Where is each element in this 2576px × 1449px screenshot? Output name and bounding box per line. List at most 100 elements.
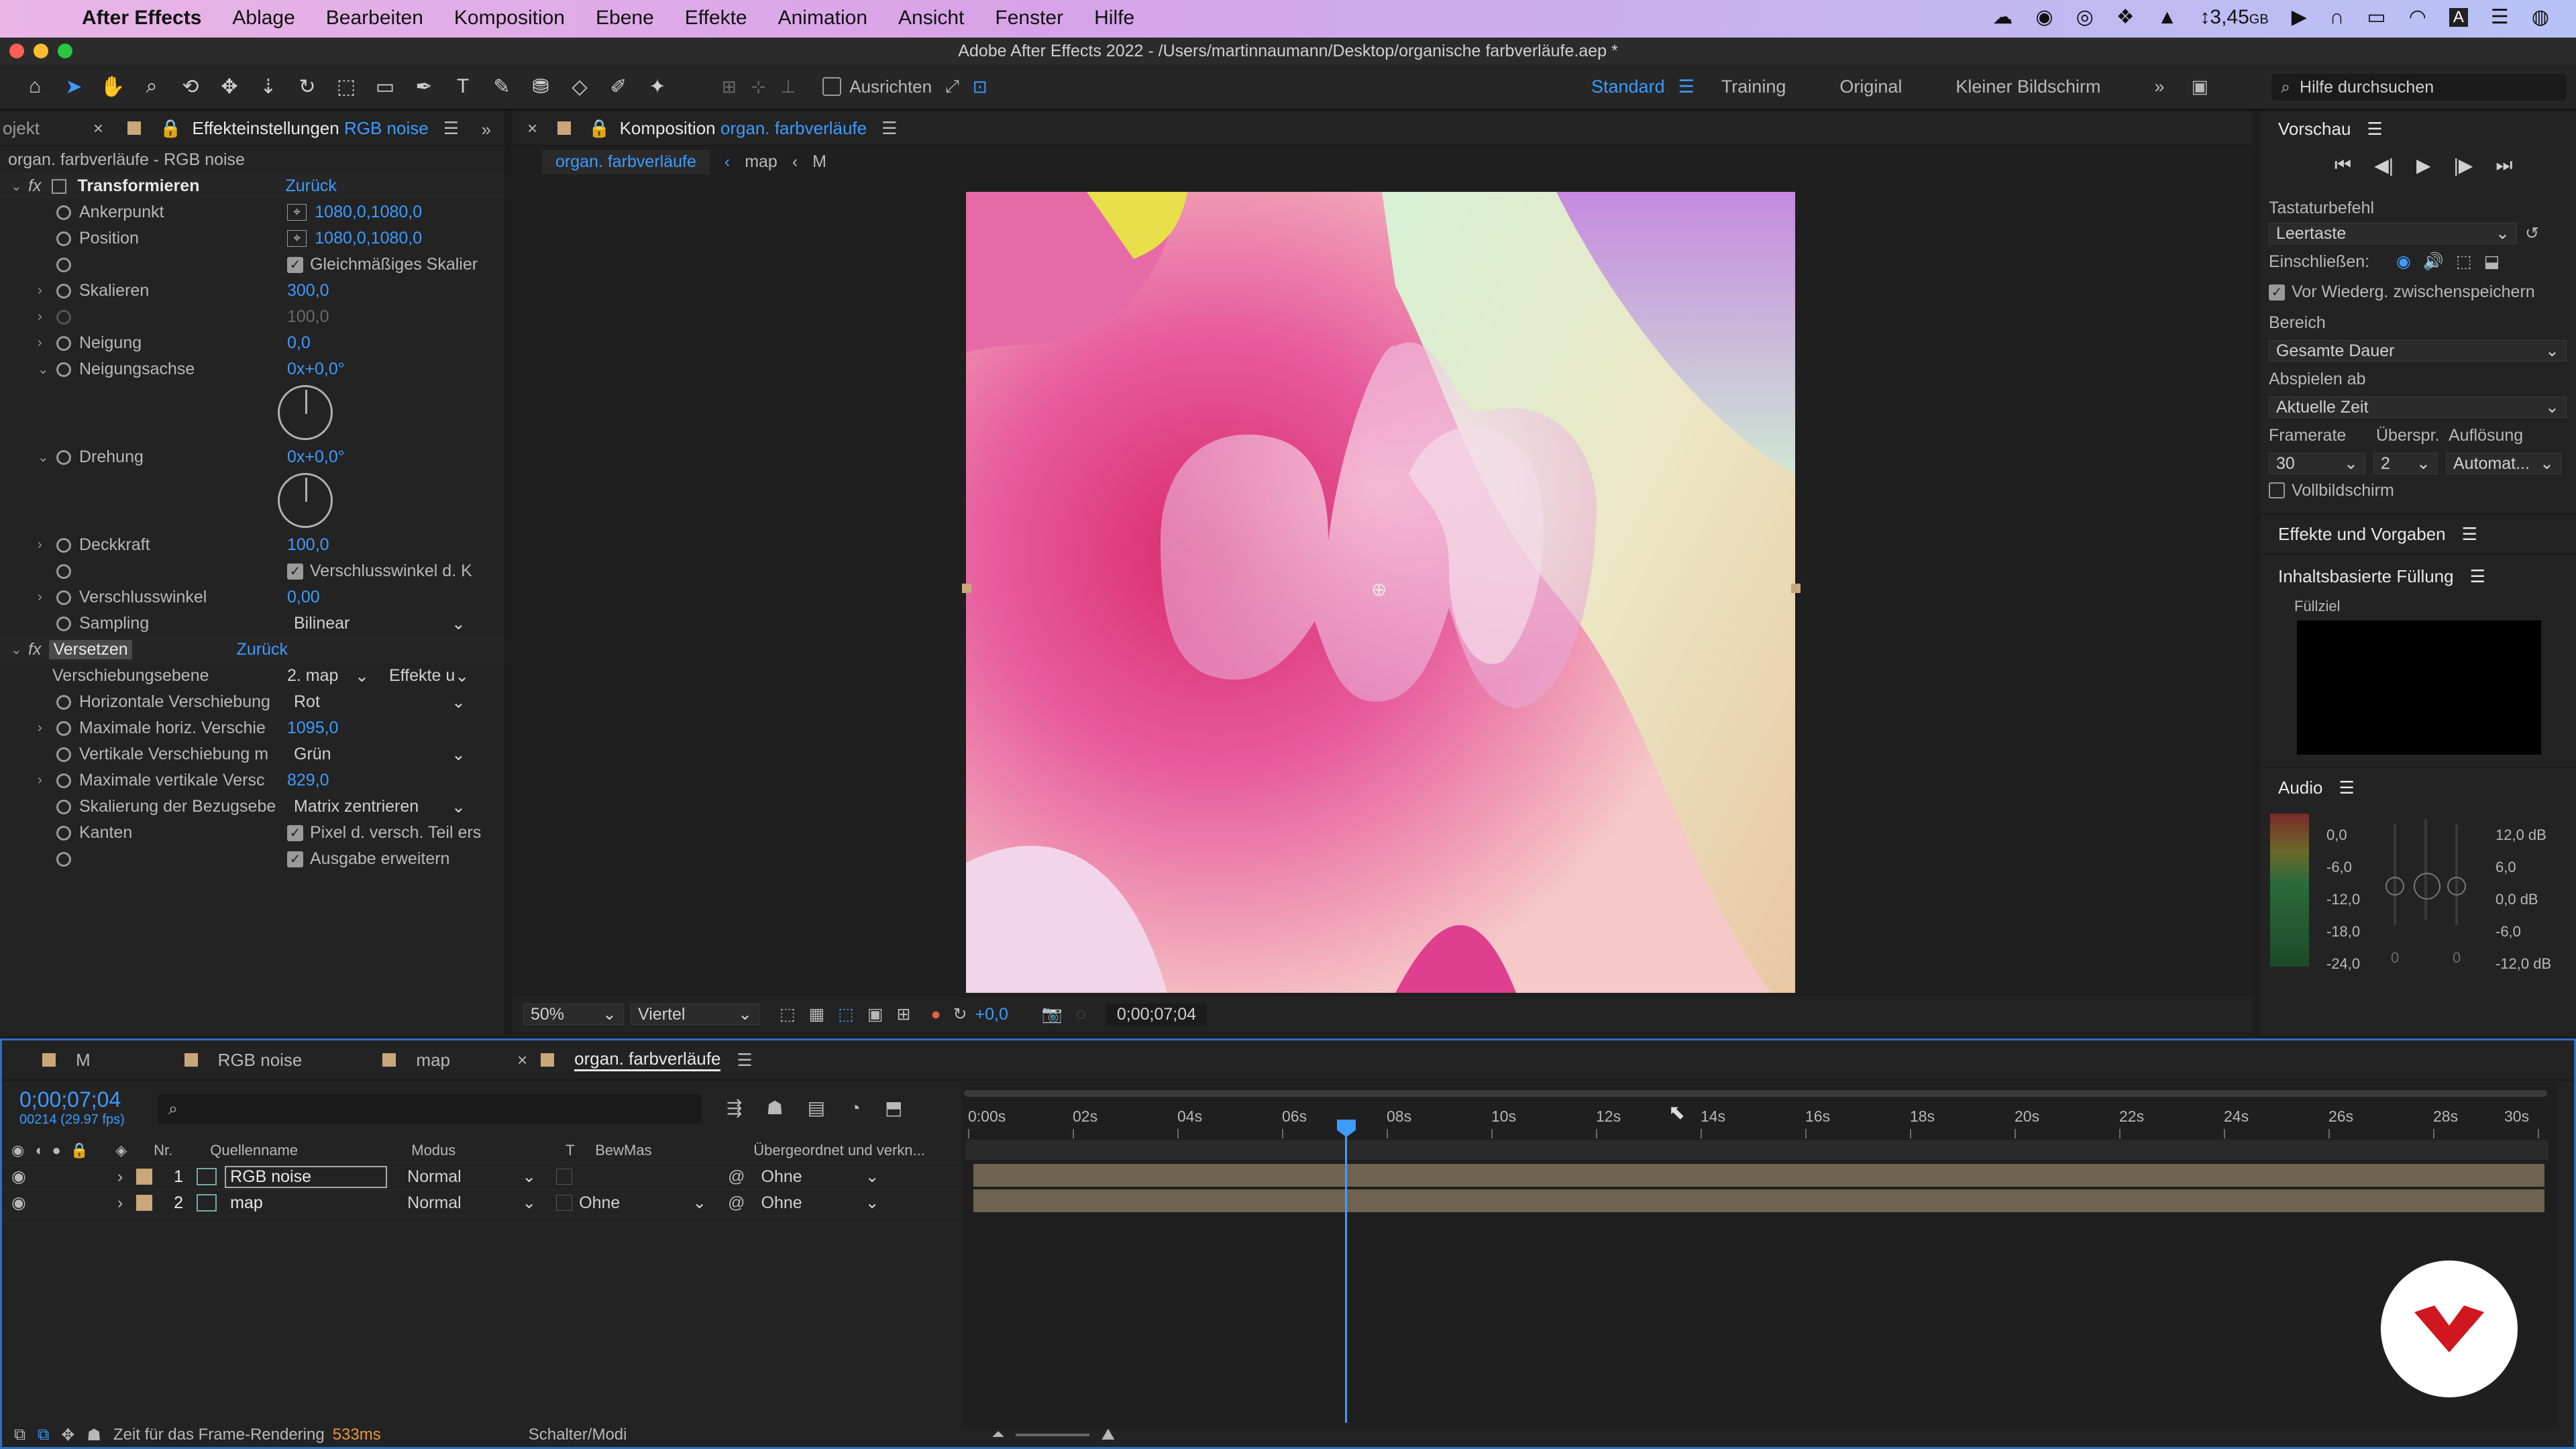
shortcut-dropdown[interactable]: Leertaste ⌄: [2269, 223, 2517, 244]
track-matte-dropdown[interactable]: Ohne ⌄: [572, 1192, 713, 1214]
expand-triangle-icon[interactable]: ›: [117, 1193, 123, 1213]
expand-triangle-icon[interactable]: ›: [38, 773, 51, 788]
displace-source-dropdown[interactable]: Effekte u ⌄: [382, 665, 475, 687]
wifi-icon[interactable]: ◠: [2409, 5, 2426, 29]
target-icon[interactable]: ⌖: [287, 230, 307, 247]
dropbox-icon[interactable]: ❖: [2116, 5, 2135, 29]
include-audio-icon[interactable]: 🔊: [2423, 252, 2444, 272]
world-axis-icon[interactable]: ⊹: [751, 76, 766, 97]
expand-triangle-icon[interactable]: ›: [38, 537, 51, 553]
sampling-dropdown[interactable]: Bilinear ⌄: [287, 613, 472, 635]
minimize-window-icon[interactable]: [34, 44, 48, 58]
anchor-point-icon[interactable]: ⊕: [1371, 578, 1387, 600]
range-dropdown[interactable]: Gesamte Dauer ⌄: [2269, 340, 2567, 362]
stopwatch-icon[interactable]: [56, 799, 71, 814]
audio-slider-right[interactable]: [2455, 824, 2458, 925]
transform-reset[interactable]: Zurück: [285, 176, 336, 196]
resolution-preview-dropdown[interactable]: Automat... ⌄: [2446, 453, 2561, 474]
panel-menu-icon[interactable]: ☰: [881, 118, 897, 139]
include-video-icon[interactable]: ◉: [2396, 252, 2411, 272]
visibility-icon[interactable]: ◉: [11, 1193, 26, 1213]
max-h-value[interactable]: 1095,0: [287, 718, 338, 738]
battery-icon[interactable]: ▭: [2367, 5, 2385, 29]
switches-modes-toggle[interactable]: Schalter/Modi: [529, 1426, 627, 1444]
preserve-transparency-box[interactable]: [556, 1169, 573, 1185]
expand-triangle-icon[interactable]: ›: [38, 283, 51, 299]
menu-komposition[interactable]: Komposition: [454, 7, 565, 30]
layer-bar-map[interactable]: [973, 1189, 2544, 1212]
stopwatch-icon[interactable]: [56, 590, 71, 605]
label-color[interactable]: [136, 1195, 153, 1211]
tool-icon[interactable]: ▲: [2157, 6, 2178, 29]
audio-knob-left[interactable]: [2385, 877, 2404, 896]
play-icon[interactable]: ▶: [2292, 5, 2307, 29]
layer-row[interactable]: ◉ › 2 map Normal ⌄ Ohne ⌄ @ Ohne ⌄: [2, 1190, 960, 1216]
fx-icon[interactable]: fx: [28, 640, 41, 659]
layer-name[interactable]: map: [225, 1193, 387, 1213]
align-control[interactable]: ⊞ ⊹ ⊥ Ausrichten ⤢ ⊡: [722, 76, 987, 97]
timeline-zoom-slider[interactable]: [1015, 1434, 1089, 1436]
layer-name[interactable]: RGB noise: [225, 1165, 388, 1188]
opacity-value[interactable]: 100,0: [287, 535, 329, 555]
skew-axis-value[interactable]: 0x+0,0°: [287, 360, 345, 379]
skew-value[interactable]: 0,0: [287, 333, 311, 353]
home-icon[interactable]: ⌂: [20, 72, 50, 101]
vpn-icon[interactable]: ◎: [2076, 5, 2094, 29]
menu-animation[interactable]: Animation: [778, 7, 867, 30]
audio-slider-left[interactable]: [2394, 824, 2396, 925]
expand-triangle-icon[interactable]: ›: [38, 590, 51, 605]
menu-ansicht[interactable]: Ansicht: [898, 7, 964, 30]
roto-brush-tool-icon[interactable]: ✐: [604, 72, 633, 101]
workspace-original[interactable]: Original: [1839, 76, 1902, 97]
help-search-input[interactable]: Hilfe durchsuchen: [2300, 78, 2434, 97]
transfer-controls-icon[interactable]: ⧉: [38, 1426, 49, 1444]
displace-reset[interactable]: Zurück: [237, 640, 288, 659]
preserve-transparency-box[interactable]: [556, 1195, 573, 1211]
snap-options-icon[interactable]: ⊡: [973, 76, 987, 97]
content-fill-header[interactable]: Inhaltsbasierte Füllung ☰: [2261, 553, 2576, 598]
frame-blending-icon[interactable]: ▤: [808, 1097, 825, 1119]
stopwatch-icon[interactable]: [56, 537, 71, 553]
panel-menu-icon[interactable]: ☰: [2470, 566, 2485, 587]
reset-exposure-icon[interactable]: ↻: [953, 1004, 967, 1024]
displace-label[interactable]: Versetzen: [49, 640, 132, 659]
orbit-tool-icon[interactable]: ⟲: [176, 72, 205, 101]
collapse-triangle-icon[interactable]: ⌄: [38, 449, 51, 466]
stopwatch-icon[interactable]: [56, 851, 71, 867]
h-displacement-dropdown[interactable]: Rot ⌄: [287, 692, 472, 713]
displace-group[interactable]: ⌄ fx Versetzen Zurück: [0, 637, 504, 663]
grid-guides-icon[interactable]: ⊞: [897, 1004, 911, 1024]
effect-controls-tab[interactable]: Effekteinstellungen RGB noise: [192, 118, 428, 139]
last-frame-icon[interactable]: ⏭: [2496, 154, 2512, 176]
shy-layers-icon[interactable]: ☗: [766, 1097, 783, 1119]
transform-group[interactable]: ⌄ fx Transformieren Zurück: [0, 173, 504, 199]
transparency-grid-icon[interactable]: ▦: [809, 1004, 825, 1024]
label-color[interactable]: [136, 1169, 153, 1185]
composition-tab[interactable]: Komposition organ. farbverläufe: [620, 118, 867, 139]
blend-mode-dropdown[interactable]: Normal ⌄: [400, 1192, 543, 1214]
position-value[interactable]: 1080,0,1080,0: [315, 229, 422, 248]
play-icon[interactable]: ▶: [2416, 154, 2431, 176]
workspace-training[interactable]: Training: [1721, 76, 1786, 97]
project-tab[interactable]: ojekt: [3, 118, 40, 139]
render-time-icon[interactable]: ☗: [87, 1426, 101, 1445]
zoom-out-icon[interactable]: ⏶: [991, 1426, 1004, 1444]
pen-tool-icon[interactable]: ✒: [409, 72, 439, 101]
parent-dropdown[interactable]: Ohne ⌄: [755, 1192, 886, 1214]
audio-knob-right[interactable]: [2447, 877, 2466, 896]
resolution-dropdown[interactable]: Viertel ⌄: [631, 1004, 759, 1025]
menu-effekte[interactable]: Effekte: [685, 7, 747, 30]
shutter-angle-value[interactable]: 0,00: [287, 588, 320, 607]
comp-mini-flowchart-icon[interactable]: ⇶: [727, 1097, 742, 1119]
stopwatch-icon[interactable]: [56, 231, 71, 246]
audio-slider-center[interactable]: [2424, 819, 2427, 920]
timeline-timecode[interactable]: 0;00;07;04 00214 (29.97 fps): [19, 1087, 125, 1128]
layer-lock-icon[interactable]: 🔒: [588, 118, 610, 139]
zoom-window-icon[interactable]: [58, 44, 72, 58]
memory-status[interactable]: ↕3,45GB: [2200, 6, 2268, 29]
hand-tool-icon[interactable]: ✋: [98, 72, 127, 101]
zoom-dropdown[interactable]: 50% ⌄: [523, 1004, 624, 1025]
layer-lock-icon[interactable]: 🔒: [160, 118, 181, 139]
visibility-icon[interactable]: ◉: [11, 1167, 26, 1187]
next-frame-icon[interactable]: |▶: [2454, 154, 2473, 176]
